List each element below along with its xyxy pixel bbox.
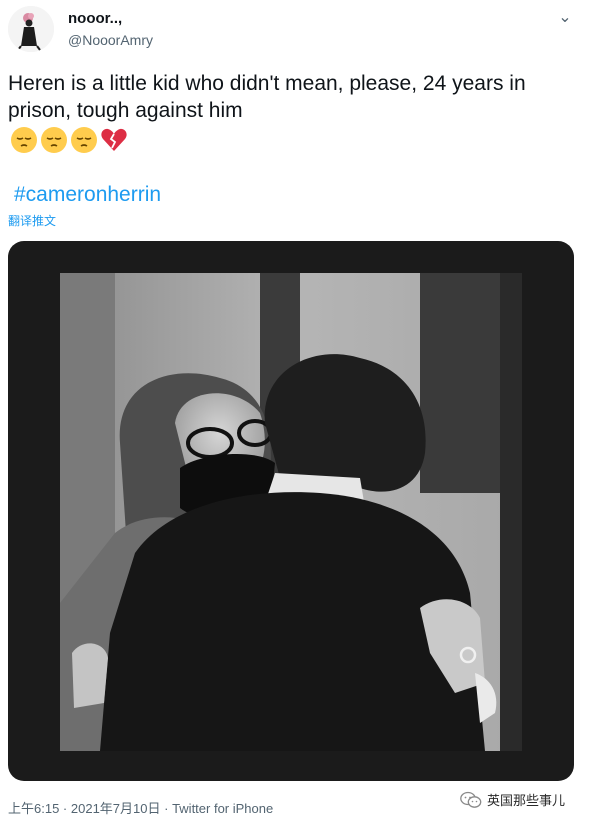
tweet-photo [60, 273, 522, 751]
translate-tweet-link[interactable]: 翻译推文 [8, 212, 56, 229]
separator: · [59, 801, 71, 816]
hashtag-link[interactable]: #cameronherrin [14, 183, 161, 207]
pensive-face-icon [71, 127, 97, 153]
tweet-media[interactable] [8, 241, 574, 781]
tweet-time[interactable]: 上午6:15 [8, 801, 59, 816]
tweet-text: Heren is a little kid who didn't mean, p… [8, 72, 526, 122]
watermark: 英国那些事儿 [460, 790, 565, 809]
wechat-icon [460, 791, 482, 808]
display-name[interactable]: nooor.., [68, 10, 122, 27]
broken-heart-icon [101, 128, 127, 151]
tweet-timestamp: 上午6:15 · 2021年7月10日 · Twitter for iPhone [8, 798, 273, 817]
avatar-figure-icon [8, 6, 54, 52]
tweet-date[interactable]: 2021年7月10日 [71, 801, 161, 816]
avatar[interactable] [8, 6, 54, 52]
chevron-down-icon[interactable]: ⌄ [553, 6, 577, 30]
tweet-source[interactable]: Twitter for iPhone [172, 801, 273, 816]
separator: · [160, 801, 173, 816]
user-handle[interactable]: @NooorAmry [68, 32, 153, 48]
watermark-text: 英国那些事儿 [487, 793, 566, 808]
pensive-face-icon [41, 127, 67, 153]
pensive-face-icon [11, 127, 37, 153]
emoji-row [10, 126, 128, 154]
